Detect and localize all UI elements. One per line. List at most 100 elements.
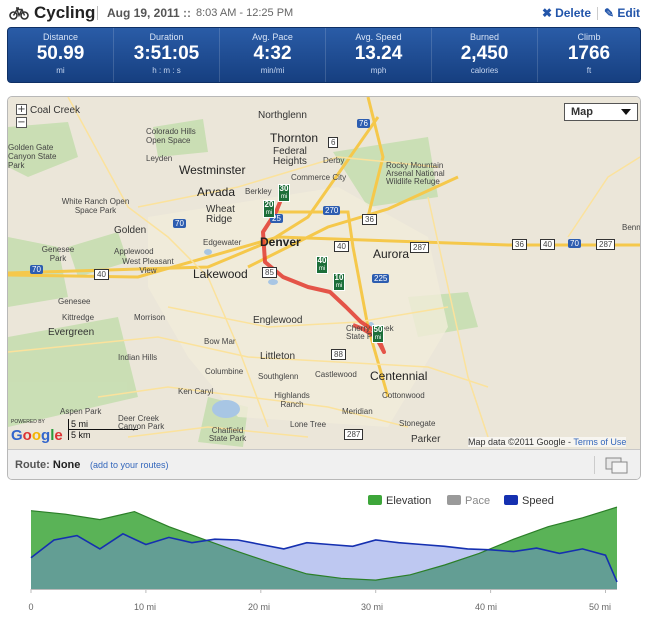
stat-label: Climb <box>577 32 601 42</box>
route-bar: Route: None (add to your routes) <box>8 449 640 479</box>
map-type-select[interactable]: Map <box>564 103 638 121</box>
pencil-icon: ✎ <box>604 6 618 20</box>
map-place-label: Benn <box>622 223 641 232</box>
x-axis-tick: 20 mi <box>247 602 271 612</box>
map-place-label: Westminster <box>179 163 246 177</box>
map-place-label: Centennial <box>370 369 428 383</box>
stat-unit: mph <box>370 66 387 75</box>
stat-label: Duration <box>149 32 184 42</box>
edit-button[interactable]: ✎ Edit <box>604 6 640 20</box>
mile-marker-value: 20 <box>264 200 274 209</box>
delete-label: Delete <box>555 6 592 20</box>
mile-marker[interactable]: 10 mi <box>333 273 345 291</box>
route-label-text: Route: <box>15 459 50 471</box>
stat-duration: Duration 3:51:05 h : m : s <box>113 28 219 82</box>
map-place-label: Meridian <box>342 407 373 416</box>
header-action-divider <box>597 7 598 20</box>
map-place-label: Indian Hills <box>118 353 158 362</box>
map-place-label: Applewood <box>114 247 154 256</box>
mile-marker-value: 40 <box>317 256 327 265</box>
stat-label: Avg. Pace <box>252 32 293 42</box>
map-place-label: Leyden <box>146 154 173 163</box>
map-place-label: Chatfield State Park <box>208 426 247 443</box>
fullscreen-map-icon[interactable] <box>605 457 629 474</box>
activity-date: Aug 19, 2011 <box>107 6 180 20</box>
map-place-label: Stonegate <box>399 419 436 428</box>
mile-marker[interactable]: 40 mi <box>316 256 328 274</box>
x-axis-tick: 0 <box>28 602 34 612</box>
stat-label: Burned <box>469 32 500 42</box>
mile-marker-unit: mi <box>280 194 288 200</box>
map-place-label: West Pleasant View <box>122 257 174 275</box>
stat-unit: h : m : s <box>152 66 181 75</box>
stat-unit: min/mi <box>260 66 285 75</box>
map-place-label: Southglenn <box>258 372 299 381</box>
map-panel: Coal Creek Northglenn Thornton Colorado … <box>7 96 641 480</box>
map-place-label: Englewood <box>253 315 303 326</box>
stat-unit: ft <box>586 66 592 75</box>
mile-marker-value: 50 <box>373 325 383 334</box>
add-to-routes-link[interactable]: (add to your routes) <box>90 460 169 470</box>
activity-time-range: 8:03 AM - 12:25 PM <box>196 7 294 19</box>
stat-label: Avg. Speed <box>355 32 402 42</box>
map-place-label: Commerce City <box>291 173 347 182</box>
highway-shield: 287 <box>410 242 430 253</box>
map-place-label: Cottonwood <box>382 391 425 400</box>
map-place-label: Colorado Hills Open Space <box>146 127 196 145</box>
stat-value: 1766 <box>567 43 611 64</box>
map-place-label: Aspen Park <box>60 407 102 416</box>
highway-shield: 36 <box>512 239 527 250</box>
stat-label: Distance <box>42 32 78 42</box>
map-place-label: Kittredge <box>62 313 95 322</box>
stat-climb: Climb 1766 ft <box>537 28 640 82</box>
map-place-label: Edgewater <box>203 238 242 247</box>
map-type-value: Map <box>571 106 593 118</box>
map-place-label: Denver <box>260 235 301 249</box>
map-place-label: Genesee Park <box>41 245 75 263</box>
route-value: None <box>52 459 81 471</box>
route-bar-divider <box>594 456 595 474</box>
mile-marker-unit: mi <box>335 283 343 289</box>
highway-shield: 36 <box>362 214 377 225</box>
map-place-label: Littleton <box>260 351 296 362</box>
highway-shield: 70 <box>173 219 186 228</box>
map-place-label: Rocky Mountain Arsenal National Wildlife… <box>386 161 445 186</box>
highway-shield: 88 <box>331 349 346 360</box>
map-place-label: Coal Creek <box>30 105 81 116</box>
highway-shield: 70 <box>30 265 43 274</box>
mile-marker-unit: mi <box>374 335 382 341</box>
zoom-out-button[interactable]: − <box>16 117 27 128</box>
route-map[interactable]: Coal Creek Northglenn Thornton Colorado … <box>8 97 640 449</box>
map-place-label: Castlewood <box>315 370 357 379</box>
highway-shield: 40 <box>334 241 349 252</box>
map-place-label: Wheat Ridge <box>206 204 235 225</box>
mile-marker[interactable]: 50 mi <box>372 325 384 343</box>
map-copyright: Map data ©2011 Google - Terms of Use <box>468 437 627 447</box>
mile-marker[interactable]: 20 mi <box>263 200 275 218</box>
highway-shield: 76 <box>357 119 370 128</box>
copyright-text: Map data ©2011 Google - <box>468 437 574 447</box>
google-logo[interactable]: Google <box>11 427 63 444</box>
terms-of-use-link[interactable]: Terms of Use <box>573 437 626 447</box>
stat-value: 3:51:05 <box>133 43 200 64</box>
highway-shield: 40 <box>94 269 109 280</box>
stat-avg-speed: Avg. Speed 13.24 mph <box>325 28 431 82</box>
chart-plot[interactable] <box>0 486 670 601</box>
map-place-label: Arvada <box>197 185 236 199</box>
chevron-down-icon <box>621 109 631 115</box>
zoom-in-button[interactable]: + <box>16 104 27 115</box>
mile-marker[interactable]: 30 mi <box>278 184 290 202</box>
map-place-label: Derby <box>323 156 345 165</box>
map-place-label: Lone Tree <box>290 420 327 429</box>
stat-burned: Burned 2,450 calories <box>431 28 537 82</box>
mile-marker-unit: mi <box>318 266 326 272</box>
delete-button[interactable]: ✖ Delete <box>542 6 591 20</box>
map-place-label: Berkley <box>245 187 272 196</box>
map-place-label: Lakewood <box>193 267 248 281</box>
mile-marker-unit: mi <box>265 210 273 216</box>
highway-shield: 287 <box>344 429 364 440</box>
bicycle-icon <box>9 7 29 20</box>
route-label: Route: None <box>15 459 80 471</box>
map-place-label: Evergreen <box>48 327 95 338</box>
map-place-label: Morrison <box>134 313 166 322</box>
